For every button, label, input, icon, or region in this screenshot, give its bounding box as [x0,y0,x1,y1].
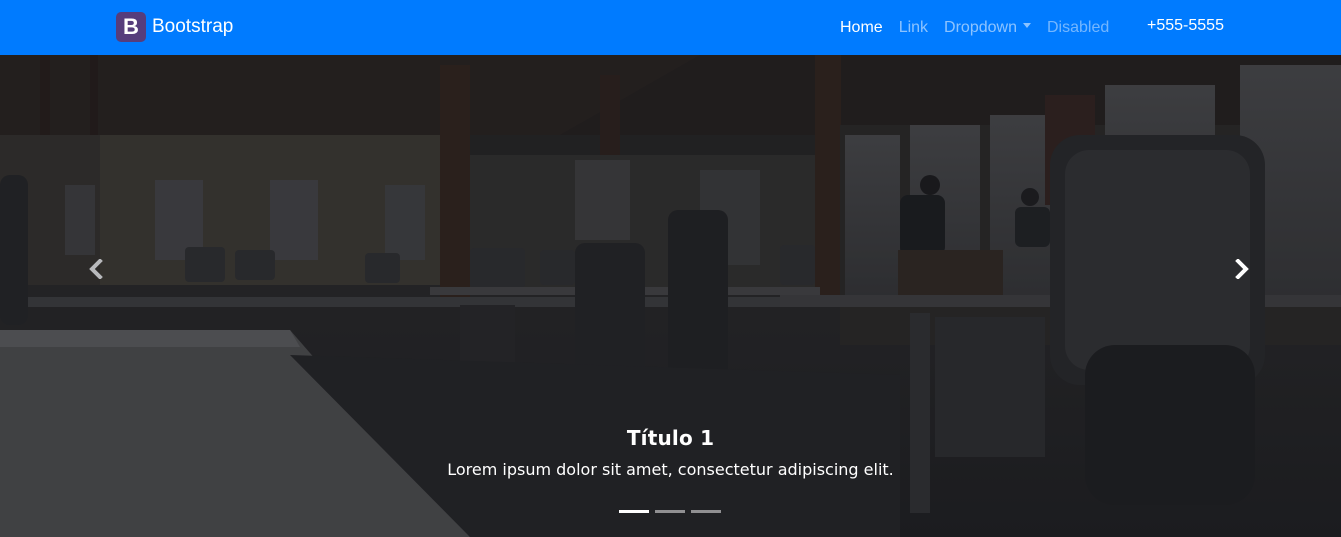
carousel-indicators [619,510,727,513]
brand-name: Bootstrap [152,16,234,37]
page: B Bootstrap Home Link Dropdown Disabled … [0,0,1341,537]
caption-text: Lorem ipsum dolor sit amet, consectetur … [447,460,894,479]
dropdown-label: Dropdown [944,18,1017,36]
carousel-caption: Título 1 Lorem ipsum dolor sit amet, con… [0,426,1341,479]
carousel-next-button[interactable] [1222,251,1262,287]
phone-number: +555-5555 [1147,17,1224,34]
navbar: B Bootstrap Home Link Dropdown Disabled … [0,0,1341,55]
nav-links: Home Link Dropdown Disabled [840,0,1125,55]
carousel-indicator-1[interactable] [619,510,649,513]
carousel-indicator-2[interactable] [655,510,685,513]
nav-link-disabled: Disabled [1046,18,1110,36]
carousel-prev-button[interactable] [76,251,116,287]
carousel-indicator-3[interactable] [691,510,721,513]
chevron-left-icon [89,259,103,279]
navbar-brand[interactable]: B Bootstrap [116,12,233,42]
nav-link-home[interactable]: Home [840,19,883,37]
caption-title: Título 1 [626,426,715,450]
hero-carousel: Título 1 Lorem ipsum dolor sit amet, con… [0,55,1341,537]
bootstrap-logo-icon: B [116,12,146,42]
chevron-right-icon [1235,259,1249,279]
nav-link-dropdown[interactable]: Dropdown [944,19,1031,37]
nav-link-link[interactable]: Link [899,19,928,37]
caret-down-icon [1022,22,1031,28]
